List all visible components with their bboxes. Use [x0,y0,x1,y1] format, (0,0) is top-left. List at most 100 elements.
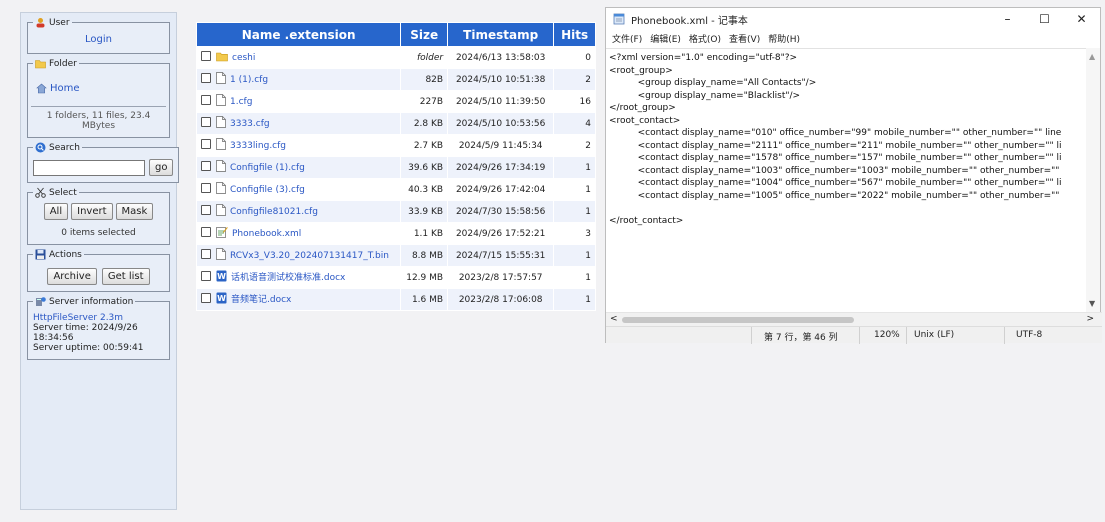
archive-button[interactable]: Archive [47,268,97,285]
close-button[interactable]: ✕ [1063,12,1100,26]
table-row[interactable]: Configfile (1).cfg 39.6 KB 2024/9/26 17:34… [197,157,595,178]
hits-column-header[interactable]: Hits [554,23,595,46]
file-timestamp: 2024/7/30 15:58:56 [455,206,546,217]
file-link[interactable]: 3333.cfg [230,119,270,129]
file-link[interactable]: Configfile81021.cfg [230,207,318,217]
file-link[interactable]: RCVx3_V3.20_202407131417_T.bin [230,251,389,261]
file-hits: 1 [585,294,591,305]
search-legend: Search [49,142,80,153]
row-checkbox[interactable] [201,183,211,193]
row-checkbox[interactable] [201,249,211,259]
table-row[interactable]: 3333ling.cfg 2.7 KB 2024/5/9 11:45:34 2 [197,135,595,156]
invert-button[interactable]: Invert [71,203,113,220]
svg-text:W: W [217,294,226,303]
scroll-left-icon[interactable]: < [610,314,618,324]
table-row[interactable]: 1 (1).cfg 82B 2024/5/10 10:51:38 2 [197,69,595,90]
table-row[interactable]: W 话机语音测试校准标准.docx 12.9 MB 2023/2/8 17:57:57… [197,267,595,288]
name-column-header[interactable]: Name .extension [197,23,401,46]
minimize-button[interactable]: – [989,12,1026,26]
menu-help[interactable]: 帮助(H) [768,32,800,45]
row-checkbox[interactable] [201,50,211,61]
server-uptime: Server uptime: 00:59:41 [33,343,144,353]
file-link[interactable]: Configfile (1).cfg [230,163,305,173]
row-checkbox[interactable] [201,73,211,83]
text-editor[interactable]: <?xml version="1.0" encoding="utf-8"?> <r… [606,48,1086,312]
home-link[interactable]: Home [36,83,164,94]
file-link[interactable]: ceshi [232,53,255,63]
file-size: 1.1 KB [413,228,444,239]
scroll-down-icon[interactable]: ▼ [1089,299,1095,308]
mask-button[interactable]: Mask [115,203,154,220]
home-link-label: Home [50,83,80,94]
hits-cell: 16 [554,91,595,112]
table-row[interactable]: 3333.cfg 2.8 KB 2024/5/10 10:53:56 4 [197,113,595,134]
file-timestamp: 2024/9/26 17:42:04 [455,184,546,195]
zoom-level: 120% [874,330,900,340]
file-link[interactable]: Configfile (3).cfg [230,185,305,195]
text-line: <contact display_name="1004" office_numb… [609,178,1062,188]
scroll-right-icon[interactable]: > [1086,314,1094,324]
file-size: 2.8 KB [413,118,444,129]
row-checkbox[interactable] [201,271,211,281]
menu-bar: 文件(F) 编辑(E) 格式(O) 查看(V) 帮助(H) [606,30,1100,46]
vertical-scrollbar[interactable]: ▲ ▼ [1086,48,1100,312]
timestamp-cell: 2024/5/9 11:45:34 [448,135,554,156]
file-link[interactable]: 话机语音测试校准标准.docx [231,273,345,283]
file-link[interactable]: 3333ling.cfg [230,141,286,151]
save-icon [35,249,46,260]
file-icon [216,138,226,153]
file-link[interactable]: 1 (1).cfg [230,75,268,85]
menu-edit[interactable]: 编辑(E) [650,32,681,45]
maximize-button[interactable]: ☐ [1026,12,1063,26]
horizontal-scrollbar[interactable]: < > [606,312,1102,326]
file-timestamp: 2024/5/9 11:45:34 [458,140,543,151]
folder-icon [35,60,46,69]
table-row[interactable]: ceshi folder 2024/6/13 13:58:03 0 [197,47,595,68]
table-row[interactable]: Phonebook.xml 1.1 KB 2024/9/26 17:52:21 3 [197,223,595,244]
menu-file[interactable]: 文件(F) [612,32,642,45]
text-line: <contact display_name="1578" office_numb… [609,153,1062,163]
name-cell: 1.cfg [197,91,401,112]
hits-cell: 2 [554,69,595,90]
size-column-header[interactable]: Size [401,23,448,46]
horizontal-scroll-thumb[interactable] [622,317,854,323]
file-hits: 1 [585,250,591,261]
file-timestamp: 2024/5/10 10:51:38 [455,74,546,85]
menu-view[interactable]: 查看(V) [729,32,760,45]
timestamp-column-header[interactable]: Timestamp [448,23,554,46]
file-link[interactable]: 1.cfg [230,97,252,107]
file-link[interactable]: Phonebook.xml [232,229,301,239]
row-checkbox[interactable] [201,95,211,105]
table-row[interactable]: 1.cfg 227B 2024/5/10 11:39:50 16 [197,91,595,112]
row-checkbox[interactable] [201,139,211,149]
file-icon [216,116,226,131]
server-link[interactable]: HttpFileServer 2.3m [33,313,164,323]
row-checkbox[interactable] [201,161,211,171]
table-row[interactable]: RCVx3_V3.20_202407131417_T.bin 8.8 MB 2024… [197,245,595,266]
menu-format[interactable]: 格式(O) [689,32,721,45]
sidebar: User Login Folder Home 1 folders, 11 fil… [20,12,180,510]
text-line: <contact display_name="2111" office_numb… [609,140,1062,151]
scroll-up-icon[interactable]: ▲ [1089,52,1095,61]
login-link[interactable]: Login [33,34,164,45]
row-checkbox[interactable] [201,227,211,237]
timestamp-cell: 2024/6/13 13:58:03 [448,47,554,68]
go-button[interactable]: go [149,159,174,176]
file-timestamp: 2024/9/26 17:52:21 [455,228,546,239]
get-list-button[interactable]: Get list [101,268,150,285]
row-checkbox[interactable] [201,117,211,127]
file-timestamp: 2024/9/26 17:34:19 [455,162,546,173]
size-cell: 1.1 KB [401,223,448,244]
table-row[interactable]: W 音频笔记.docx 1.6 MB 2023/2/8 17:06:08 1 [197,289,595,310]
file-link[interactable]: 音频笔记.docx [231,295,291,305]
row-checkbox[interactable] [201,293,211,303]
table-row[interactable]: Configfile (3).cfg 40.3 KB 2024/9/26 17:42… [197,179,595,200]
file-table: Name .extension Size Timestamp Hits cesh… [196,22,596,311]
home-icon [36,83,47,94]
select-all-button[interactable]: All [43,203,69,220]
search-input[interactable] [33,159,145,176]
search-panel: Search go [27,142,180,183]
table-row[interactable]: Configfile81021.cfg 33.9 KB 2024/7/30 15:5… [197,201,595,222]
file-size: 227B [419,96,444,107]
row-checkbox[interactable] [201,205,211,215]
